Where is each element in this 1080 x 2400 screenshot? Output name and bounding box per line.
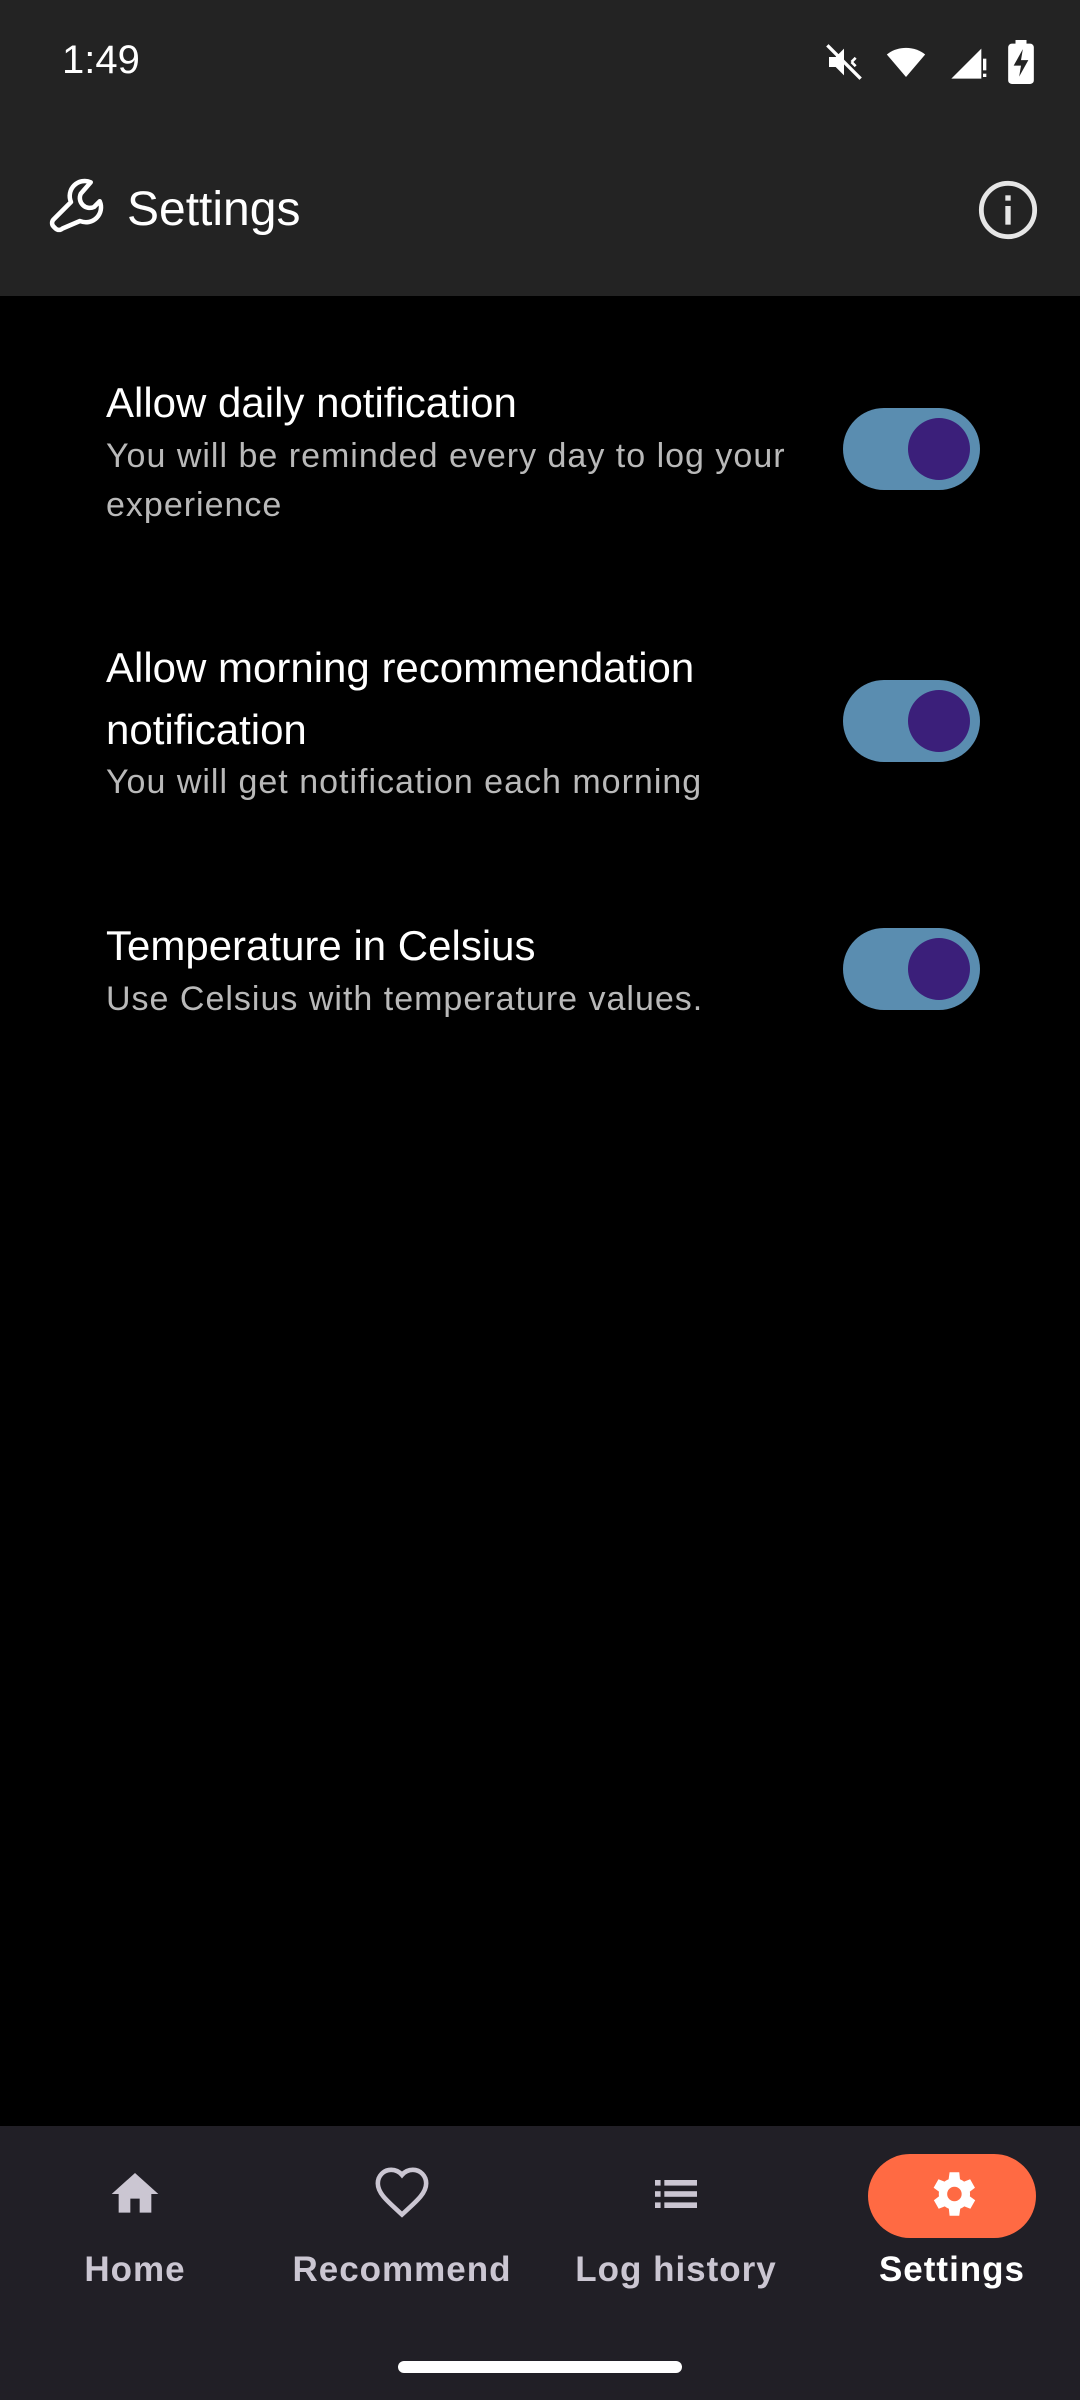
morning-recommendation-toggle[interactable] — [843, 680, 980, 762]
toggle-thumb — [908, 938, 970, 1000]
toggle-thumb — [908, 690, 970, 752]
home-icon — [107, 2166, 163, 2227]
daily-notification-toggle[interactable] — [843, 408, 980, 490]
setting-title: Allow morning recommendation notificatio… — [106, 644, 695, 753]
list-icon — [648, 2166, 704, 2227]
toggle-thumb — [908, 418, 970, 480]
nav-label-log-history: Log history — [575, 2250, 777, 2289]
setting-title: Allow daily notification — [106, 379, 517, 426]
nav-label-recommend: Recommend — [292, 2250, 512, 2289]
wrench-icon — [44, 178, 104, 238]
info-icon[interactable] — [976, 178, 1040, 242]
status-icons — [824, 40, 1034, 84]
setting-title: Temperature in Celsius — [106, 922, 536, 969]
bottom-navigation: Home Recommend Log history Settings — [0, 2126, 1080, 2400]
signal-icon — [948, 42, 988, 82]
battery-charging-icon — [1008, 40, 1034, 84]
home-indicator[interactable] — [398, 2361, 682, 2373]
nav-item-log-history[interactable]: Log history — [541, 2126, 811, 2346]
nav-icon-container — [592, 2154, 760, 2238]
setting-description: You will be reminded every day to log yo… — [106, 437, 786, 524]
nav-item-recommend[interactable]: Recommend — [267, 2126, 537, 2346]
nav-icon-container — [318, 2154, 486, 2238]
nav-item-settings[interactable]: Settings — [817, 2126, 1080, 2346]
status-bar: 1:49 — [0, 0, 1080, 128]
nav-label-home: Home — [84, 2250, 186, 2289]
app-bar: Settings — [0, 128, 1080, 296]
nav-label-settings: Settings — [878, 2250, 1026, 2289]
setting-description: You will get notification each morning — [106, 763, 703, 801]
wifi-icon — [884, 42, 928, 82]
heart-icon — [373, 2165, 431, 2228]
mute-icon — [824, 42, 864, 82]
page-title: Settings — [127, 183, 301, 236]
nav-active-indicator — [868, 2154, 1036, 2238]
gear-icon — [923, 2165, 981, 2228]
nav-icon-container — [51, 2154, 219, 2238]
nav-item-home[interactable]: Home — [0, 2126, 270, 2346]
setting-description: Use Celsius with temperature values. — [106, 980, 704, 1018]
status-time: 1:49 — [62, 38, 140, 82]
temperature-celsius-toggle[interactable] — [843, 928, 980, 1010]
